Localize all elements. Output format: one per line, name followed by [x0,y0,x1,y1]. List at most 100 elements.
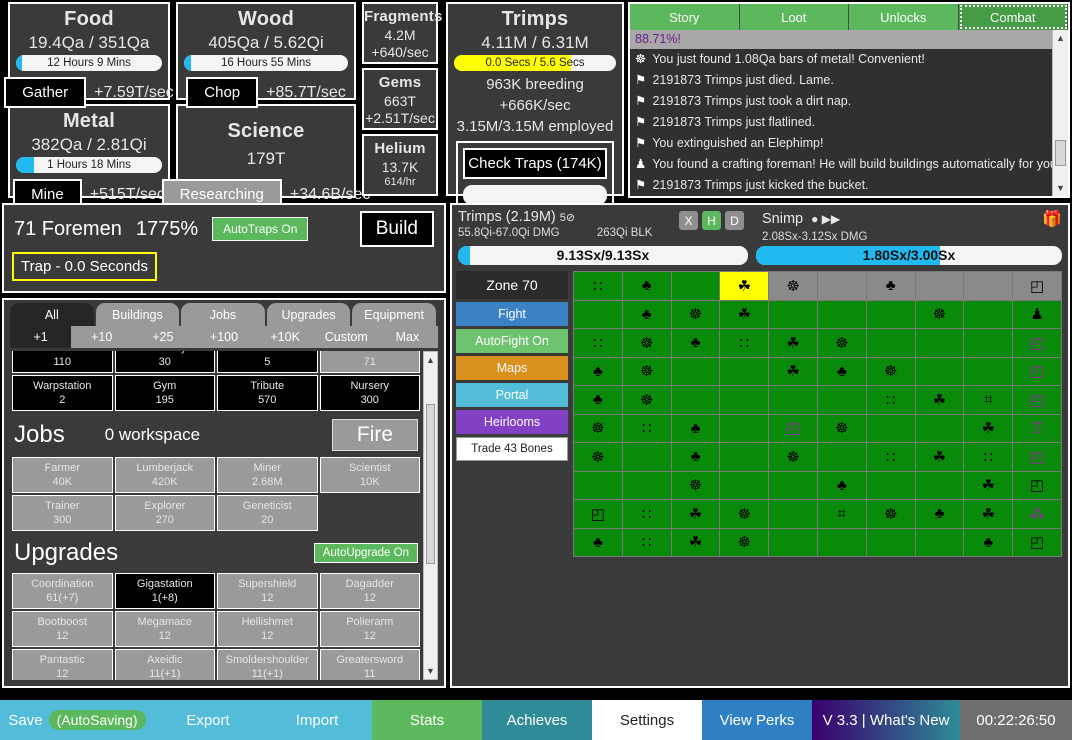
world-cell[interactable]: ☸ [720,529,768,557]
tab-all[interactable]: All [10,303,94,326]
world-cell[interactable] [916,329,964,357]
tab-jobs[interactable]: Jobs [181,303,265,326]
log-scrollbar[interactable]: ▲ ▼ [1052,30,1068,196]
tab-buildings[interactable]: Buildings [96,303,180,326]
world-cell[interactable]: ◰ [1013,272,1061,300]
fight-toggle-d[interactable]: D [725,211,744,230]
world-cell[interactable]: ☸ [574,415,622,443]
world-cell[interactable] [769,500,817,528]
world-cell[interactable]: ⁂ [1013,500,1061,528]
world-cell[interactable]: ♖ [1013,415,1061,443]
world-cell[interactable]: ☸ [916,301,964,329]
buy-amount-plus10[interactable]: +10 [71,326,132,348]
world-cell[interactable] [916,529,964,557]
build-scroll-up-icon[interactable]: ▲ [424,352,437,368]
buy-amount-max[interactable]: Max [377,326,438,348]
world-cell[interactable]: ☘ [672,529,720,557]
world-cell[interactable]: ∷ [574,329,622,357]
world-cell[interactable] [916,272,964,300]
world-cell[interactable] [720,472,768,500]
build-scrollbar[interactable]: ▲ ▼ [423,351,438,680]
export-button[interactable]: Export [154,700,262,740]
map-button-trade[interactable]: Trade 43 Bones [456,437,568,461]
buy-amount-plus25[interactable]: +25 [132,326,193,348]
world-cell[interactable]: ∷ [623,415,671,443]
buy-amount-custom[interactable]: Custom [316,326,377,348]
world-cell[interactable] [769,529,817,557]
world-cell[interactable]: ☘ [916,386,964,414]
stats-button[interactable]: Stats [372,700,482,740]
world-cell[interactable] [867,301,915,329]
map-button-fight[interactable]: Fight [456,302,568,326]
log-tab-combat[interactable]: Combat [959,4,1069,30]
world-cell[interactable] [574,301,622,329]
world-cell[interactable]: ☸ [623,358,671,386]
world-cell[interactable] [818,272,866,300]
upgrade-hellishmet[interactable]: Hellishmet12 [217,611,318,647]
log-tab-unlocks[interactable]: Unlocks [849,4,959,30]
world-cell[interactable]: ☘ [964,472,1012,500]
world-cell[interactable] [720,415,768,443]
map-button-maps[interactable]: Maps [456,356,568,380]
building-resort[interactable]: Resort110 [12,351,113,373]
log-tab-story[interactable]: Story [630,4,740,30]
world-cell[interactable]: ◰ [769,415,817,443]
world-cell[interactable]: ◰ [1013,329,1061,357]
world-cell[interactable]: ◰ [1013,443,1061,471]
world-cell[interactable] [672,358,720,386]
world-cell[interactable]: ∷ [867,386,915,414]
job-miner[interactable]: Miner2.68M [217,457,318,493]
world-cell[interactable] [623,443,671,471]
world-cell[interactable]: ♣ [623,301,671,329]
world-cell[interactable]: ⌗ [818,500,866,528]
building-tribute[interactable]: Tribute570 [217,375,318,411]
world-cell[interactable] [769,472,817,500]
world-cell[interactable]: ∷ [574,272,622,300]
world-cell[interactable]: ♣ [574,358,622,386]
world-cell[interactable]: ☘ [720,301,768,329]
world-cell[interactable]: ☘ [672,500,720,528]
world-cell[interactable] [818,301,866,329]
world-cell[interactable] [818,386,866,414]
world-cell[interactable]: ◰ [1013,529,1061,557]
build-button[interactable]: Build [360,211,434,247]
fire-button[interactable]: Fire [332,419,418,451]
world-cell[interactable]: ☘ [720,272,768,300]
check-traps-button[interactable]: Check Traps (174K) [463,148,607,179]
log-scroll-up-icon[interactable]: ▲ [1053,30,1068,46]
world-cell[interactable] [720,443,768,471]
world-cell[interactable]: ☸ [623,386,671,414]
world-cell[interactable]: ♣ [574,529,622,557]
world-cell[interactable] [867,529,915,557]
world-cell[interactable]: ♟ [1013,301,1061,329]
world-cell[interactable]: ♣ [818,358,866,386]
world-cell[interactable]: ⌗ [964,386,1012,414]
fight-toggle-h[interactable]: H [702,211,721,230]
job-geneticist[interactable]: Geneticist20 [217,495,318,531]
world-cell[interactable] [623,472,671,500]
world-cell[interactable] [867,329,915,357]
upgrade-dagadder[interactable]: Dagadder12 [320,573,421,609]
upgrade-coordination[interactable]: Coordination61(+7) [12,573,113,609]
world-cell[interactable]: ♣ [672,415,720,443]
world-cell[interactable]: ◰ [1013,386,1061,414]
upgrade-pantastic[interactable]: Pantastic12 [12,649,113,680]
world-cell[interactable]: ∷ [720,329,768,357]
world-cell[interactable]: ◰ [574,500,622,528]
gather-button[interactable]: Gather [4,77,86,108]
job-scientist[interactable]: Scientist10K [320,457,421,493]
world-cell[interactable]: ∷ [623,500,671,528]
upgrade-smoldershoulder[interactable]: Smoldershoulder11(+1) [217,649,318,680]
building-collector[interactable]: Collector71 [320,351,421,373]
job-explorer[interactable]: Explorer270 [115,495,216,531]
chop-button[interactable]: Chop [186,77,258,108]
world-cell[interactable] [964,358,1012,386]
world-cell[interactable] [720,358,768,386]
buy-amount-plus10k[interactable]: +10K [255,326,316,348]
world-cell[interactable]: ☸ [672,301,720,329]
world-cell[interactable]: ☸ [623,329,671,357]
world-cell[interactable]: ♣ [867,272,915,300]
world-cell[interactable] [818,529,866,557]
world-cell[interactable]: ☸ [672,472,720,500]
world-cell[interactable] [916,472,964,500]
